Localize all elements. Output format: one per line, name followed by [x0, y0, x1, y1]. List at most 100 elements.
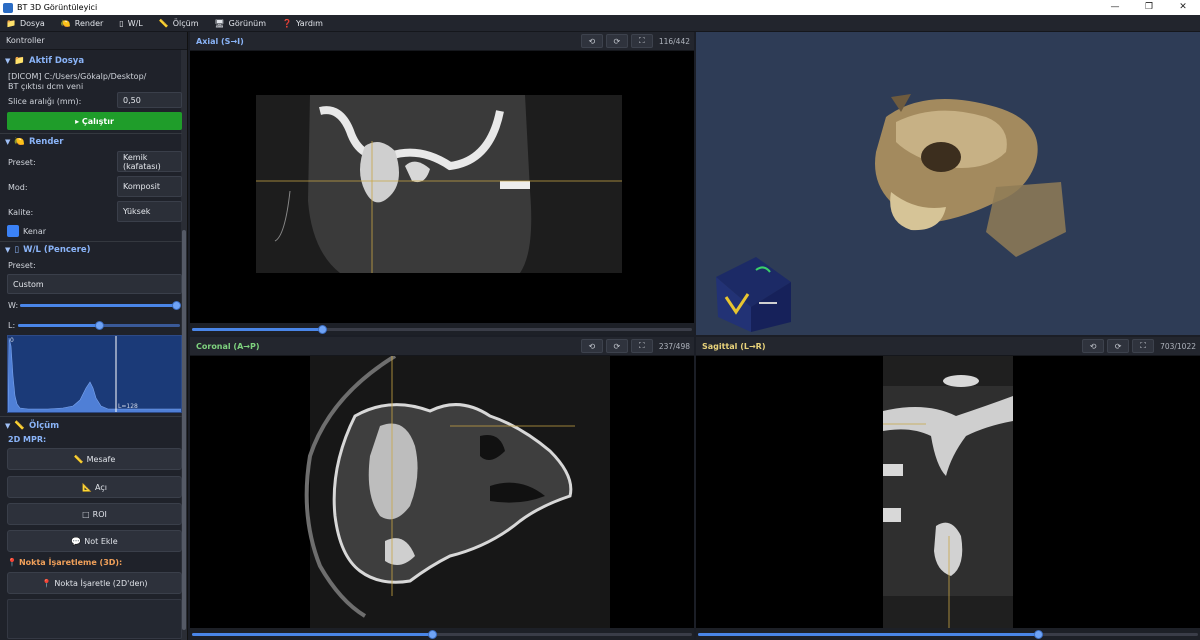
close-icon[interactable]: ✕	[1166, 0, 1200, 15]
menu-dosya[interactable]: 📁 Dosya	[6, 19, 45, 28]
scrollbar-thumb[interactable]	[182, 230, 186, 630]
sagittal-header: Sagittal (L→R) ⟲ ⟳ ⛶ 703/1022	[696, 337, 1200, 356]
menu-gorunum[interactable]: 🖥 Görünüm	[215, 19, 267, 28]
render-mode-select[interactable]: Komposit	[117, 176, 182, 197]
render-title[interactable]: ▼ 🍋 Render	[0, 134, 182, 150]
collapse-triangle-icon: ▼	[5, 57, 11, 65]
roi-button[interactable]: □ ROI	[7, 503, 182, 525]
rotate-right-icon[interactable]: ⟳	[1107, 339, 1130, 353]
slider-knob[interactable]	[95, 321, 104, 330]
axial-header: Axial (S→I) ⟲ ⟳ ⛶ 116/442	[190, 32, 694, 51]
add-note-button[interactable]: 💬 Not Ekle	[7, 530, 182, 552]
coronal-slice-slider[interactable]	[190, 628, 694, 640]
point-marking-title: 📍 Nokta İşaretleme (3D):	[7, 558, 122, 567]
rotate-right-icon[interactable]: ⟳	[605, 34, 628, 48]
window-width-label: W:	[8, 301, 19, 310]
fullscreen-icon[interactable]: ⛶	[1132, 339, 1155, 353]
speech-bubble-icon: 💬	[71, 536, 82, 546]
coronal-title: Coronal (A→P)	[196, 341, 260, 351]
wl-preset-select[interactable]: Custom	[7, 274, 182, 294]
slider-fill	[18, 324, 99, 327]
square-icon: □	[82, 509, 90, 519]
angle-button[interactable]: 📐 Açı	[7, 476, 182, 498]
help-icon: ❓	[282, 18, 293, 28]
slider-knob[interactable]	[428, 630, 437, 639]
slider-knob[interactable]	[172, 301, 181, 310]
section-label: Nokta İşaretleme (3D):	[18, 558, 123, 567]
slider-fill	[20, 304, 176, 307]
pin-icon: 📍	[41, 578, 52, 588]
menu-wl[interactable]: ▯ W/L	[119, 19, 142, 28]
fullscreen-icon[interactable]: ⛶	[630, 34, 653, 48]
file-path-line1: [DICOM] C:/Users/Gökalp/Desktop/	[8, 72, 147, 81]
histogram-plot	[8, 336, 181, 412]
orientation-cube[interactable]	[716, 257, 791, 332]
edge-checkbox[interactable]	[7, 225, 19, 237]
axial-image[interactable]	[190, 51, 694, 323]
axial-tools: ⟲ ⟳ ⛶ 116/442	[578, 34, 690, 48]
sagittal-image[interactable]	[696, 356, 1200, 628]
menu-yardim[interactable]: ❓ Yardım	[282, 19, 323, 28]
sagittal-title: Sagittal (L→R)	[702, 341, 766, 351]
minimize-icon[interactable]: —	[1098, 0, 1132, 15]
menu-bar: 📁 Dosya 🍋 Render ▯ W/L 📏 Ölçüm 🖥 Görünüm ❓ Yar…	[0, 15, 1200, 32]
sagittal-tools: ⟲ ⟳ ⛶ 703/1022	[1079, 339, 1196, 353]
render-quality-select[interactable]: Yüksek	[117, 201, 182, 222]
render-preset-select[interactable]: Kemik (kafatası)	[117, 151, 182, 172]
rotate-right-icon[interactable]: ⟳	[605, 339, 628, 353]
wl-title[interactable]: ▼ ▯ W/L (Pencere)	[0, 242, 182, 258]
restore-icon[interactable]: ❐	[1132, 0, 1166, 15]
wl-section: ▼ ▯ W/L (Pencere)	[0, 242, 182, 258]
axial-viewport[interactable]: Axial (S→I) ⟲ ⟳ ⛶ 116/442	[190, 32, 694, 335]
volume-render-image[interactable]	[696, 32, 1200, 335]
collapse-triangle-icon: ▼	[5, 246, 11, 254]
mark-point-button[interactable]: 📍 Nokta İşaretle (2D'den)	[7, 572, 182, 594]
sagittal-slice-slider[interactable]	[696, 628, 1200, 640]
render-quality-label: Kalite:	[8, 208, 34, 217]
measure-title[interactable]: ▼ 📏 Ölçüm	[0, 418, 182, 434]
histogram-level-label: L=128	[118, 403, 138, 410]
menu-render[interactable]: 🍋 Render	[61, 19, 103, 28]
distance-button[interactable]: 📏 Mesafe	[7, 448, 182, 470]
run-button[interactable]: ▸ Çalıştır	[7, 112, 182, 130]
file-path-line2: BT çıktısı dcm veni	[8, 82, 84, 91]
window-level-icon: ▯	[119, 18, 124, 28]
menu-label: Dosya	[19, 18, 45, 28]
button-label: Nokta İşaretle (2D'den)	[54, 578, 148, 588]
menu-label: Ölçüm	[172, 18, 199, 28]
slice-spacing-label: Slice aralığı (mm):	[8, 97, 82, 106]
collapse-triangle-icon: ▼	[5, 138, 11, 146]
section-divider	[0, 416, 182, 417]
coronal-viewport[interactable]: Coronal (A→P) ⟲ ⟳ ⛶ 237/498	[190, 337, 694, 640]
window-level-label: L:	[8, 321, 16, 330]
coronal-image[interactable]	[190, 356, 694, 628]
window-title: BT 3D Görüntüleyici	[17, 3, 98, 12]
rotate-left-icon[interactable]: ⟲	[580, 339, 603, 353]
section-label: Ölçüm	[28, 421, 60, 431]
render-icon: 🍋	[60, 18, 71, 28]
rotate-left-icon[interactable]: ⟲	[1082, 339, 1105, 353]
fullscreen-icon[interactable]: ⛶	[630, 339, 653, 353]
slider-fill	[698, 633, 1038, 636]
active-file-title[interactable]: ▼ 📁 Aktif Dosya	[0, 53, 182, 69]
button-label: Açı	[95, 482, 107, 492]
coronal-tools: ⟲ ⟳ ⛶ 237/498	[578, 339, 690, 353]
coronal-slice-count: 237/498	[658, 341, 690, 351]
histogram: 0 L=128	[7, 335, 182, 413]
rotate-left-icon[interactable]: ⟲	[580, 34, 603, 48]
menu-label: Render	[74, 18, 104, 28]
folder-icon: 📁	[14, 56, 25, 66]
axial-slice-slider[interactable]	[190, 323, 694, 335]
volume-render-viewport[interactable]	[696, 32, 1200, 335]
slider-knob[interactable]	[318, 325, 327, 334]
slice-spacing-input[interactable]: 0,50	[117, 92, 182, 108]
ruler-icon: 📏	[14, 421, 25, 431]
menu-olcum[interactable]: 📏 Ölçüm	[159, 19, 199, 28]
point-list[interactable]	[7, 599, 182, 639]
coronal-header: Coronal (A→P) ⟲ ⟳ ⛶ 237/498	[190, 337, 694, 356]
histogram-min-label: 0	[10, 337, 14, 344]
sagittal-viewport[interactable]: Sagittal (L→R) ⟲ ⟳ ⛶ 703/1022	[696, 337, 1200, 640]
button-label: ROI	[92, 509, 107, 519]
window-controls: — ❐ ✕	[1098, 0, 1200, 15]
slider-knob[interactable]	[1034, 630, 1043, 639]
